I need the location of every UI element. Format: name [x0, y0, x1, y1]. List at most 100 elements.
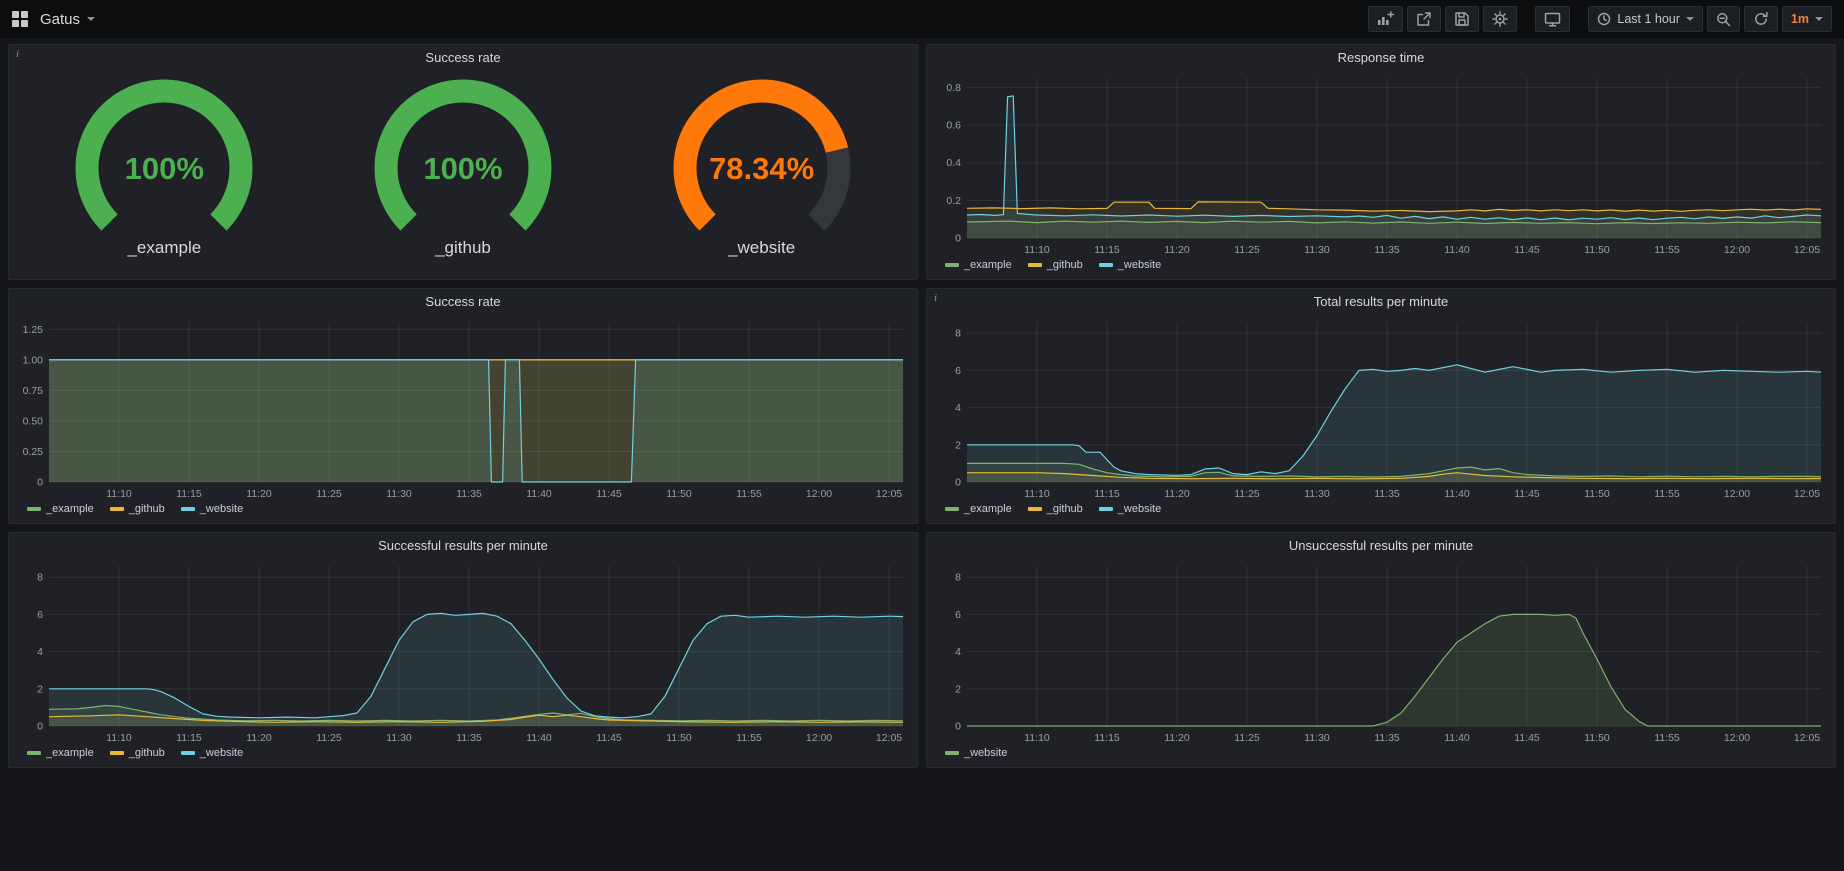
info-icon[interactable]: i	[934, 292, 937, 304]
panel-title[interactable]: Unsuccessful results per minute	[927, 533, 1835, 558]
chart-canvas[interactable]: 11:1011:1511:2011:2511:3011:3511:4011:45…	[933, 314, 1829, 502]
svg-text:11:55: 11:55	[736, 732, 762, 744]
svg-text:0.25: 0.25	[23, 446, 44, 458]
legend-series-label: _website	[200, 503, 243, 515]
svg-text:11:35: 11:35	[456, 732, 482, 744]
svg-text:0: 0	[955, 477, 961, 489]
legend-series-color	[945, 263, 959, 267]
info-icon[interactable]: i	[16, 48, 19, 60]
svg-text:12:05: 12:05	[876, 732, 902, 744]
legend-item-_github[interactable]: _github	[110, 747, 165, 759]
svg-text:11:30: 11:30	[1304, 488, 1330, 500]
svg-text:2: 2	[955, 439, 961, 451]
svg-text:12:00: 12:00	[806, 488, 832, 500]
cycle-view-button[interactable]	[1535, 6, 1570, 32]
svg-text:11:25: 11:25	[1234, 732, 1260, 744]
legend-series-label: _github	[129, 747, 165, 759]
legend-item-_github[interactable]: _github	[1028, 259, 1083, 271]
legend-series-label: _website	[1118, 259, 1161, 271]
svg-text:11:40: 11:40	[1444, 488, 1470, 500]
refresh-interval-picker[interactable]: 1m	[1782, 6, 1832, 32]
gauge-label: _example	[127, 238, 201, 258]
svg-text:11:35: 11:35	[1374, 244, 1400, 256]
svg-text:11:25: 11:25	[316, 732, 342, 744]
svg-text:11:10: 11:10	[106, 488, 132, 500]
gear-icon	[1492, 11, 1508, 27]
svg-text:4: 4	[955, 402, 961, 414]
panel-successful-results: Successful results per minute 11:1011:15…	[8, 532, 918, 768]
legend-series-label: _example	[964, 503, 1012, 515]
gauge-value: 100%	[328, 151, 598, 187]
refresh-button[interactable]	[1744, 6, 1778, 32]
svg-text:11:35: 11:35	[456, 488, 482, 500]
chart-canvas[interactable]: 11:1011:1511:2011:2511:3011:3511:4011:45…	[933, 70, 1829, 258]
legend-series-color	[27, 751, 41, 755]
refresh-interval-label: 1m	[1791, 12, 1809, 26]
save-dashboard-button[interactable]	[1445, 6, 1479, 32]
legend-series-label: _example	[964, 259, 1012, 271]
svg-text:12:05: 12:05	[1794, 244, 1820, 256]
svg-text:0: 0	[955, 233, 961, 245]
svg-text:11:55: 11:55	[1654, 488, 1680, 500]
svg-text:11:40: 11:40	[1444, 732, 1470, 744]
legend-item-_website[interactable]: _website	[1099, 259, 1161, 271]
legend-series-label: _example	[46, 747, 94, 759]
legend-item-_github[interactable]: _github	[110, 503, 165, 515]
panel-success-rate-series: Success rate 11:1011:1511:2011:2511:3011…	[8, 288, 918, 524]
legend-item-_website[interactable]: _website	[181, 747, 243, 759]
apps-grid-icon[interactable]	[12, 11, 28, 27]
panel-unsuccessful-results: Unsuccessful results per minute 11:10 11:…	[926, 532, 1836, 768]
svg-text:11:45: 11:45	[1514, 244, 1540, 256]
svg-text:12:00: 12:00	[806, 732, 832, 744]
svg-text:11:50: 11:50	[1584, 488, 1610, 500]
panel-title[interactable]: Success rate	[9, 289, 917, 314]
legend-series-color	[1099, 507, 1113, 511]
gauge-github: 100% _github	[328, 78, 598, 258]
gauge-value: 100%	[29, 151, 299, 187]
svg-text:11:10: 11:10	[1024, 732, 1050, 744]
legend-series-label: _github	[129, 503, 165, 515]
page-title: Gatus	[40, 11, 80, 28]
svg-text:11:55: 11:55	[1654, 732, 1680, 744]
dashboard-title-picker[interactable]: Gatus	[40, 11, 95, 28]
panel-title[interactable]: Total results per minute	[927, 289, 1835, 314]
svg-text:11:20: 11:20	[1164, 488, 1190, 500]
panel-title[interactable]: Response time	[927, 45, 1835, 70]
svg-text:11:55: 11:55	[1654, 244, 1680, 256]
time-range-picker[interactable]: Last 1 hour	[1588, 6, 1703, 32]
share-dashboard-button[interactable]	[1407, 6, 1441, 32]
svg-text:11:15: 11:15	[176, 488, 202, 500]
svg-text:4: 4	[955, 646, 961, 658]
legend-item-_example[interactable]: _example	[945, 503, 1012, 515]
legend-series-label: _website	[964, 747, 1007, 759]
svg-text:2: 2	[955, 683, 961, 695]
chart-canvas[interactable]: 11:1011:1511:2011:2511:3011:3511:4011:45…	[15, 314, 911, 502]
chart-canvas[interactable]: 11:1011:1511:2011:2511:3011:3511:4011:45…	[933, 558, 1829, 746]
svg-text:11:35: 11:35	[1374, 732, 1400, 744]
svg-text:0.2: 0.2	[946, 195, 961, 207]
zoom-out-button[interactable]	[1707, 6, 1740, 32]
legend-series-label: _website	[1118, 503, 1161, 515]
dashboard-settings-button[interactable]	[1483, 6, 1517, 32]
chart-canvas[interactable]: 11:1011:1511:2011:2511:3011:3511:4011:45…	[15, 558, 911, 746]
svg-text:11:40: 11:40	[1444, 244, 1470, 256]
svg-text:11:15: 11:15	[1094, 244, 1120, 256]
add-panel-button[interactable]	[1368, 6, 1403, 32]
legend-series-label: _github	[1047, 259, 1083, 271]
gauge-label: _website	[728, 238, 795, 258]
zoom-out-icon	[1716, 12, 1731, 27]
panel-title[interactable]: Successful results per minute	[9, 533, 917, 558]
svg-text:0: 0	[955, 721, 961, 733]
legend-series-label: _github	[1047, 503, 1083, 515]
svg-text:12:00: 12:00	[1724, 244, 1750, 256]
legend-item-_website[interactable]: _website	[945, 747, 1007, 759]
legend-item-_example[interactable]: _example	[27, 747, 94, 759]
legend-item-_github[interactable]: _github	[1028, 503, 1083, 515]
legend-item-_example[interactable]: _example	[27, 503, 94, 515]
legend-item-_website[interactable]: _website	[181, 503, 243, 515]
save-icon	[1454, 11, 1470, 27]
legend-item-_example[interactable]: _example	[945, 259, 1012, 271]
panel-title[interactable]: Success rate	[9, 45, 917, 70]
legend-series-color	[181, 751, 195, 755]
legend-item-_website[interactable]: _website	[1099, 503, 1161, 515]
